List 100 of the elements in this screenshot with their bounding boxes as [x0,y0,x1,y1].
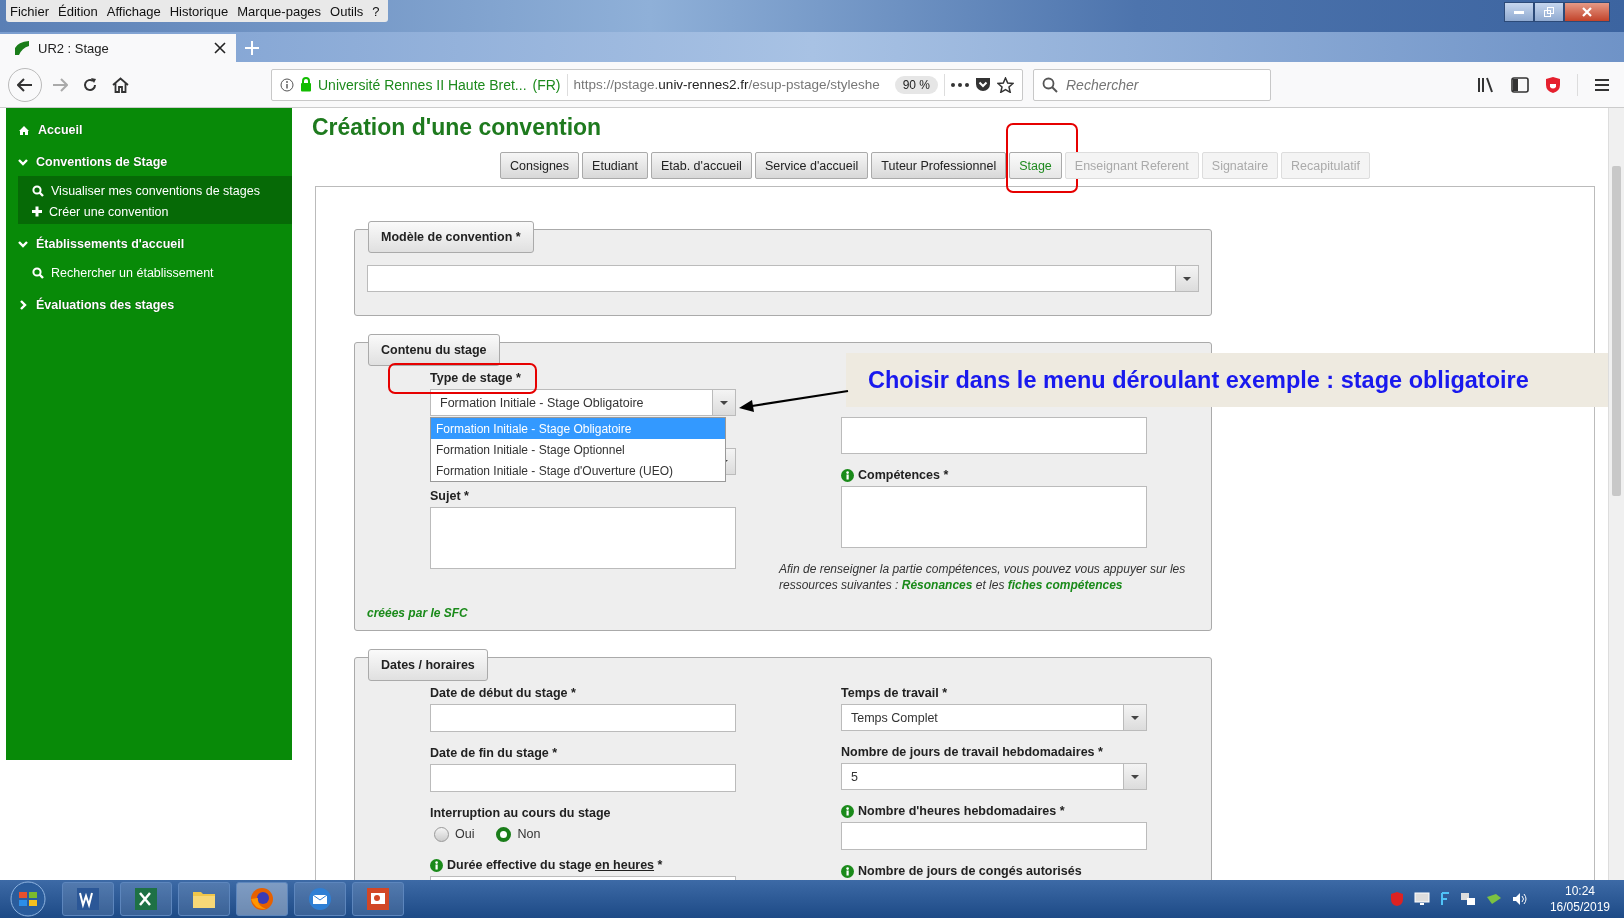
scrollbar-thumb[interactable] [1612,166,1621,496]
minimize-icon [1514,10,1524,14]
field-label: Compétences * [858,468,949,482]
home-icon [18,124,30,136]
search-field[interactable]: Rechercher [1033,68,1271,101]
close-icon[interactable] [214,42,226,54]
monitor-icon[interactable] [1413,892,1430,906]
menu-item[interactable]: Fichier [10,3,49,19]
network-icon[interactable] [1459,892,1476,906]
reload-icon[interactable] [82,76,98,93]
tab[interactable]: Etab. d'accueil [650,152,752,179]
word-icon [75,886,101,912]
restore-button[interactable] [1534,2,1564,22]
minimize-button[interactable] [1504,2,1534,22]
sidebar-item[interactable]: Établissements d'accueil [6,234,292,254]
tab[interactable]: Stage [1009,152,1062,179]
submenu-item[interactable]: Visualiser mes conventions de stages [18,180,292,201]
tab[interactable]: Tuteur Professionnel [871,152,1007,179]
letter-f-icon[interactable] [1439,892,1450,906]
field-label: Date de début du stage * [430,686,576,700]
presentation-icon [365,886,391,912]
dropdown-field[interactable]: Temps Complet [841,704,1147,731]
input-field[interactable] [841,822,1147,850]
input-field[interactable] [430,764,736,792]
tab[interactable]: Etudiant [582,152,648,179]
dropdown-option[interactable]: Formation Initiale - Stage Optionnel [431,439,725,460]
speaker-icon[interactable] [1511,892,1528,906]
section-legend: Contenu du stage [368,334,500,366]
clock-date: 16/05/2019 [1549,899,1610,915]
link[interactable]: créées par le SFC [355,606,1211,620]
submenu-item[interactable]: Rechercher un établissement [18,262,292,283]
shield-icon[interactable] [1545,75,1561,94]
taskbar-button[interactable] [178,882,230,916]
scrollbar[interactable] [1608,108,1624,880]
tab: Enseignant Referent [1064,152,1199,179]
country-code: (FR) [532,76,561,93]
caret-icon [1183,276,1191,281]
field-label: Date de fin du stage * [430,746,558,760]
tab[interactable]: Service d'accueil [754,152,869,179]
info-icon [280,77,294,92]
field-label: Interruption au cours du stage [430,806,611,820]
dropdown-field[interactable] [367,265,1199,292]
field-label: Sujet * [430,489,469,503]
address-bar[interactable]: Université Rennes II Haute Bret... (FR) https://pstage.univ-rennes2.fr/esup-pstage/styleshe 90 % [271,68,1023,101]
pocket-icon[interactable] [975,77,991,92]
field-label: Nombre de jours de travail hebdomadaires * [841,745,1103,759]
zoom-level[interactable]: 90 % [894,75,938,94]
star-icon[interactable] [997,76,1014,93]
dropdown-field[interactable]: 5 [841,763,1147,790]
menu-icon[interactable] [1594,77,1610,92]
tab: Signataire [1201,152,1279,179]
tab[interactable]: Consignes [500,152,580,179]
field-label: Nombre de jours de congés autorisés [858,864,1082,878]
submenu-item[interactable]: Créer une convention [18,201,292,222]
taskbar-button[interactable] [236,882,288,916]
tab: Recapitulatif [1281,152,1370,179]
menu-item[interactable]: Marque-pages [237,3,322,19]
taskbar-button[interactable] [352,882,404,916]
menu-item[interactable]: Historique [169,3,229,19]
library-icon[interactable] [1477,76,1495,93]
taskbar-button[interactable] [62,882,114,916]
taskbar-button[interactable] [120,882,172,916]
close-button[interactable] [1564,2,1610,22]
clock[interactable]: 10:24 16/05/2019 [1549,883,1610,915]
menu-item[interactable]: Affichage [106,3,161,19]
menu-item[interactable]: Édition [58,3,98,19]
radio-button[interactable] [496,826,512,842]
sidebar-item[interactable]: Évaluations des stages [6,295,292,315]
radio-button[interactable] [434,826,449,842]
link[interactable]: fiches compétences [1007,578,1123,592]
radio-label: Non [517,827,541,841]
home-icon[interactable] [112,76,129,93]
restore-icon [1544,7,1554,17]
excel-icon [133,886,159,912]
caret-icon [1131,715,1139,720]
leaf-icon [14,40,30,56]
taskbar-button[interactable] [294,882,346,916]
url-text: https://pstage.univ-rennes2.fr/esup-pstage/styleshe [573,77,880,92]
input-field[interactable] [430,704,736,732]
search-icon [1042,76,1058,93]
browser-tab[interactable]: UR2 : Stage [0,34,236,62]
caret-icon [720,400,728,405]
annotation-callout: Choisir dans le menu déroulant exemple : stage obligatoire [846,353,1608,407]
more-icon[interactable] [951,82,969,87]
section-legend: Dates / horaires [368,649,488,681]
plus-icon [32,206,42,217]
menu-item[interactable]: ? [372,3,380,19]
field-label: Nombre d'heures hebdomadaires * [858,804,1065,818]
sidebar-icon[interactable] [1511,76,1529,93]
sidebar-item[interactable]: Accueil [6,120,292,140]
menu-item[interactable]: Outils [330,3,364,19]
close-icon [1582,7,1592,17]
dropdown-field[interactable]: Formation Initiale - Stage Obligatoire [430,389,736,416]
page-title: Création d'une convention [312,114,603,141]
link[interactable]: Résonances [901,578,973,592]
help-text: Afin de renseigner la partie compétences, vous pouvez vous appuyer sur les ressources suivantes : Résonances et les fiches compétences [779,561,1187,593]
start-orb-icon[interactable] [8,881,48,917]
left-arrow-icon [17,77,33,92]
sidebar-item[interactable]: Conventions de Stage [6,152,292,172]
dropdown-option[interactable]: Formation Initiale - Stage d'Ouverture (UEO) [431,460,725,481]
